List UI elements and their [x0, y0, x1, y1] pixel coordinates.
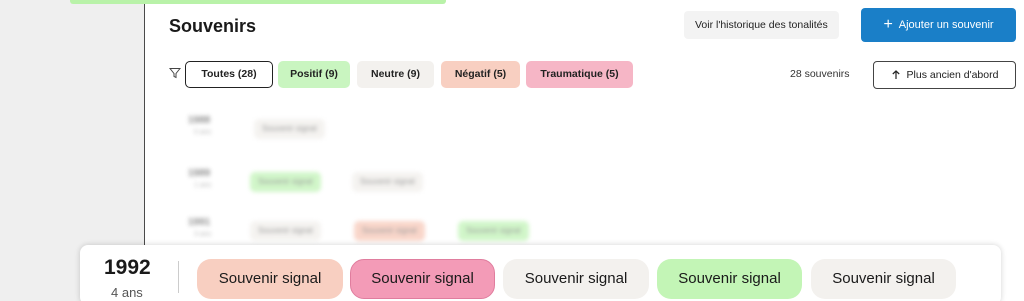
memory-count: 28 souvenirs	[790, 68, 850, 80]
sort-label: Plus ancien d'abord	[906, 69, 999, 81]
add-memory-label: Ajouter un souvenir	[898, 19, 994, 31]
top-highlight-bar	[70, 0, 446, 4]
row-year: 1988	[188, 115, 211, 126]
memory-chip[interactable]: Souvenir signal	[250, 172, 321, 192]
focused-year: 1992	[104, 256, 151, 279]
arrow-up-icon	[891, 70, 900, 79]
memory-chip[interactable]: Souvenir signal	[250, 221, 321, 241]
row-age: 1 ans	[194, 182, 212, 189]
history-button[interactable]: Voir l'historique des tonalités	[684, 11, 839, 39]
memory-chip[interactable]: Souvenir signal	[458, 221, 529, 241]
memory-chip-negative[interactable]: Souvenir signal	[197, 259, 343, 299]
timeline-line	[144, 0, 145, 245]
memory-chip[interactable]: Souvenir signal	[254, 119, 325, 139]
timeline-list: 1988 0 ans Souvenir signal 1989 1 ans So…	[170, 105, 1000, 245]
row-divider	[178, 261, 179, 293]
memory-chip-traumatic[interactable]: Souvenir signal	[350, 259, 495, 299]
filter-all[interactable]: Toutes (28)	[185, 61, 273, 88]
timeline-row[interactable]: 1991 3 ans Souvenir signal Souvenir sign…	[170, 217, 970, 247]
row-age: 3 ans	[194, 231, 212, 238]
memory-chip-positive[interactable]: Souvenir signal	[657, 259, 802, 299]
filter-neutral[interactable]: Neutre (9)	[357, 61, 434, 88]
timeline-row[interactable]: 1988 0 ans Souvenir signal	[170, 115, 970, 145]
memory-chip-neutral[interactable]: Souvenir signal	[811, 259, 956, 299]
memory-chip-neutral[interactable]: Souvenir signal	[503, 259, 649, 299]
add-memory-button[interactable]: + Ajouter un souvenir	[861, 8, 1016, 42]
row-year: 1989	[188, 168, 211, 179]
timeline-row[interactable]: 1989 1 ans Souvenir signal Souvenir sign…	[170, 168, 970, 198]
filter-positive[interactable]: Positif (9)	[278, 61, 350, 88]
page-title: Souvenirs	[169, 16, 257, 36]
row-age: 0 ans	[194, 129, 212, 136]
focused-age: 4 ans	[111, 285, 143, 300]
filter-traumatic[interactable]: Traumatique (5)	[526, 61, 633, 88]
memory-chip[interactable]: Souvenir signal	[352, 172, 423, 192]
row-year: 1991	[188, 217, 211, 228]
memory-chip[interactable]: Souvenir signal	[354, 221, 425, 241]
filter-negative[interactable]: Négatif (5)	[441, 61, 520, 88]
filter-icon	[169, 68, 181, 79]
sort-button[interactable]: Plus ancien d'abord	[873, 61, 1016, 89]
plus-icon: +	[883, 16, 893, 33]
